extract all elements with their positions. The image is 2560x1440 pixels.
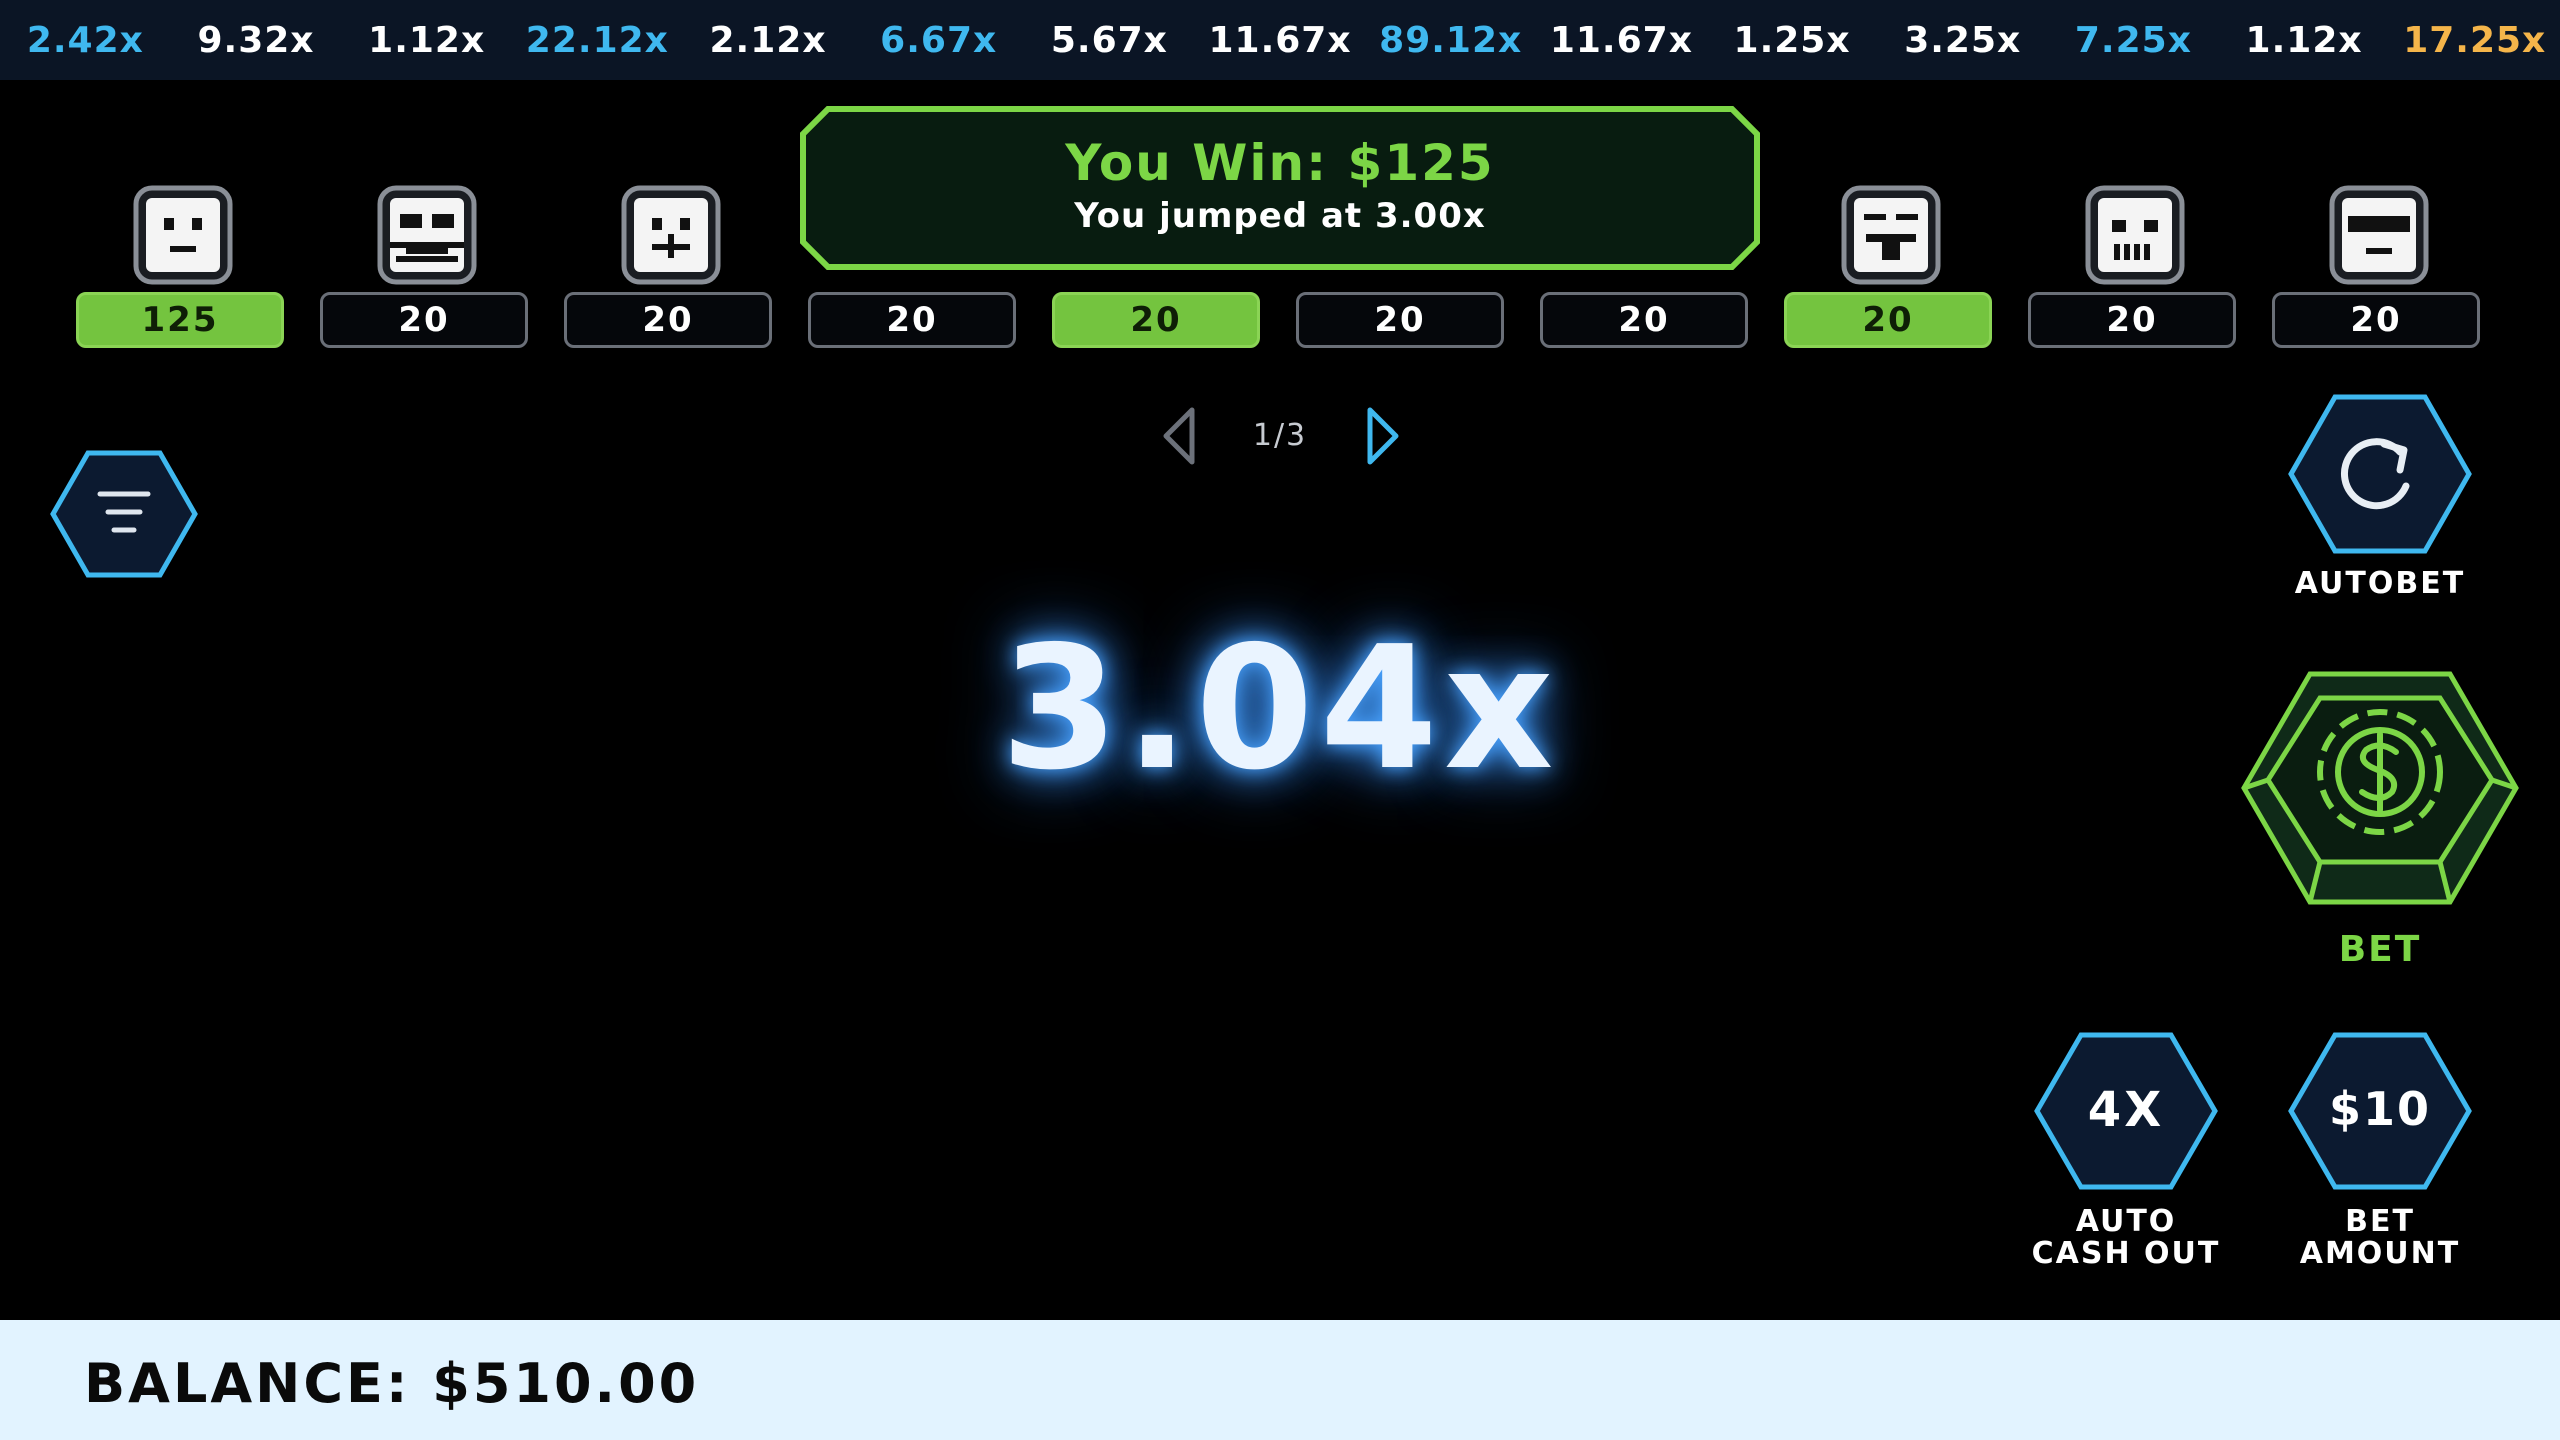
player-bet: 20 [2028, 292, 2236, 348]
balance-bar: BALANCE: $510.00 [0, 1320, 2560, 1440]
auto-cashout-label-line1: AUTO [2075, 1204, 2177, 1239]
player-bet: 20 [2272, 292, 2480, 348]
current-multiplier: 3.04x [1000, 610, 1560, 808]
history-multiplier: 3.25x [1904, 19, 2022, 61]
auto-cashout-button[interactable]: 4X [2034, 1032, 2218, 1190]
history-multiplier: 1.12x [2245, 19, 2363, 61]
auto-cashout-label: AUTO CASH OUT [2000, 1206, 2252, 1270]
autobet-label: AUTOBET [2294, 566, 2466, 601]
bet-button[interactable] [2240, 670, 2520, 914]
win-banner: You Win: $125 You jumped at 3.00x [800, 106, 1760, 270]
history-multiplier: 2.12x [709, 19, 827, 61]
history-multiplier: 1.25x [1733, 19, 1851, 61]
player-bet: 20 [808, 292, 1016, 348]
history-multiplier: 6.67x [880, 19, 998, 61]
bet-label: BET [2338, 929, 2422, 970]
win-title: You Win: $125 [1065, 134, 1495, 192]
player-bet: 20 [1784, 292, 1992, 348]
player-bet: 20 [564, 292, 772, 348]
history-multiplier: 11.67x [1208, 19, 1352, 61]
bet-amount-value: $10 [2328, 1082, 2432, 1136]
player-bet: 20 [1296, 292, 1504, 348]
history-multiplier: 22.12x [525, 19, 669, 61]
bet-amount-label-line2: AMOUNT [2299, 1236, 2461, 1271]
player-avatar [132, 184, 234, 286]
bet-amount-label: BET AMOUNT [2254, 1206, 2506, 1270]
bet-amount-button[interactable]: $10 [2288, 1032, 2472, 1190]
history-multiplier: 17.25x [2403, 19, 2547, 61]
auto-cashout-value: 4X [2087, 1082, 2165, 1138]
history-multiplier: 2.42x [26, 19, 144, 61]
bet-amount-label-line1: BET [2345, 1204, 2415, 1239]
autobet-button[interactable] [2288, 394, 2472, 554]
player-bet: 20 [1540, 292, 1748, 348]
win-subtitle: You jumped at 3.00x [1074, 196, 1486, 236]
history-multiplier: 1.12x [368, 19, 486, 61]
player-avatar [2328, 184, 2430, 286]
page-indicator: 1/3 [1252, 418, 1308, 453]
prev-page-icon[interactable] [1160, 404, 1200, 468]
multiplier-history-bar: 2.42x 9.32x 1.12x 22.12x 2.12x 6.67x 5.67x 11.6… [0, 0, 2560, 80]
history-multiplier: 7.25x [2074, 19, 2192, 61]
player-avatar [376, 184, 478, 286]
history-multiplier: 89.12x [1379, 19, 1523, 61]
player-bet: 20 [320, 292, 528, 348]
history-multiplier: 9.32x [197, 19, 315, 61]
player-avatar [620, 184, 722, 286]
player-avatar [1840, 184, 1942, 286]
history-multiplier: 11.67x [1549, 19, 1693, 61]
balance-text: BALANCE: $510.00 [84, 1352, 700, 1415]
menu-button[interactable] [50, 450, 198, 578]
player-avatar [2084, 184, 2186, 286]
history-multiplier: 5.67x [1050, 19, 1168, 61]
players-pager: 1/3 [1150, 400, 1410, 470]
player-bet: 20 [1052, 292, 1260, 348]
next-page-icon[interactable] [1362, 404, 1402, 468]
player-bet: 125 [76, 292, 284, 348]
auto-cashout-label-line2: CASH OUT [2031, 1236, 2221, 1271]
